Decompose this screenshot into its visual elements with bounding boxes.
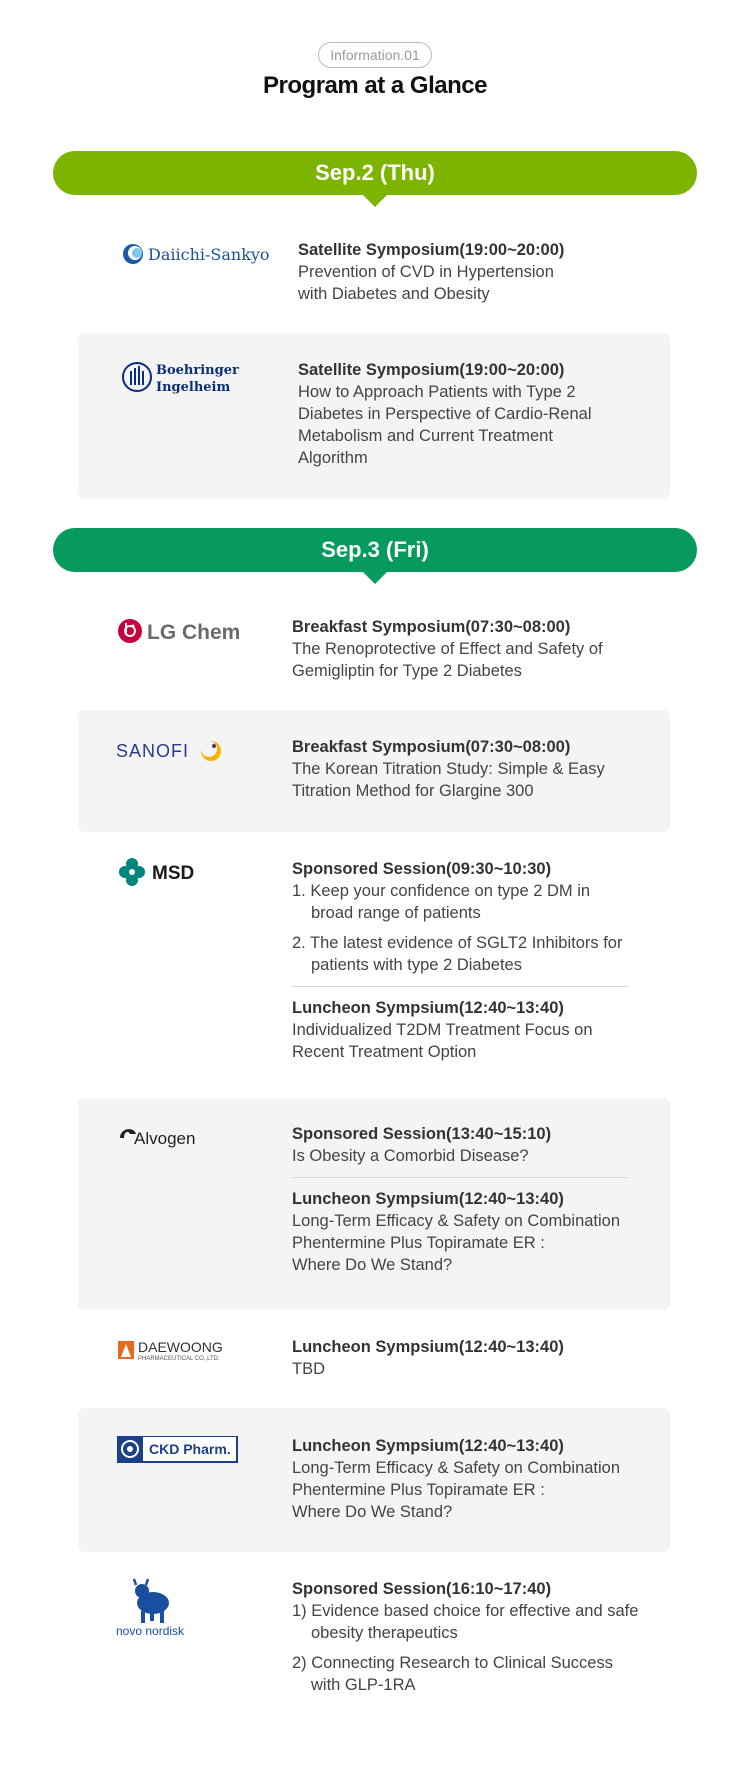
session-heading: Luncheon Sympsium(12:40~13:40) [292,1437,564,1455]
session-text: Breakfast Symposium(07:30~08:00) The Ren… [292,616,603,682]
session-line: Metabolism and Current Treatment [298,427,553,445]
session-line: How to Approach Patients with Type 2 [298,383,576,401]
session-heading: Sponsored Session(13:40~15:10) [292,1125,552,1143]
session-heading: Satellite Symposium(19:00~20:00) [298,241,565,259]
session-line: Diabetes in Perspective of Cardio-Renal [298,405,592,423]
session-text: Breakfast Symposium(07:30~08:00) The Kor… [292,736,605,802]
sanofi-logo: SANOFI [116,738,226,769]
svg-text:Daiichi-Sankyo: Daiichi-Sankyo [148,245,270,264]
session-heading: Luncheon Sympsium(12:40~13:40) [292,999,564,1017]
session-item: 2) Connecting Research to Clinical Succe… [292,1654,613,1694]
session-text: Luncheon Sympsium(12:40~13:40) TBD [292,1336,564,1380]
session-line: Recent Treatment Option [292,1043,477,1061]
svg-text:LG Chem: LG Chem [147,621,240,644]
svg-text:DAEWOONG: DAEWOONG [138,1339,223,1355]
session-line: Individualized T2DM Treatment Focus on [292,1021,593,1039]
msd-logo: MSD [118,857,208,892]
session-heading: Breakfast Symposium(07:30~08:00) [292,618,571,636]
session-heading: Luncheon Sympsium(12:40~13:40) [292,1338,564,1356]
session-line: The Korean Titration Study: Simple & Eas… [292,760,605,778]
svg-text:CKD Pharm.: CKD Pharm. [149,1441,231,1457]
session-text: Satellite Symposium(19:00~20:00) How to … [298,359,591,469]
session-line: Prevention of CVD in Hypertension [298,263,554,281]
session-item: 1) Evidence based choice for effective a… [292,1602,639,1642]
session-text: Sponsored Session(09:30~10:30) 1. Keep y… [292,858,632,1063]
session-text: Sponsored Session(16:10~17:40) 1) Eviden… [292,1578,642,1696]
session-heading: Breakfast Symposium(07:30~08:00) [292,738,571,756]
day-banner-sep2: Sep.2 (Thu) [53,151,697,207]
session-heading: Satellite Symposium(19:00~20:00) [298,361,565,379]
session-line: Phentermine Plus Topiramate ER : [292,1234,545,1252]
session-line: Algorithm [298,449,368,467]
session-heading: Sponsored Session(09:30~10:30) [292,860,552,878]
divider [292,986,628,987]
session-line: Phentermine Plus Topiramate ER : [292,1481,545,1499]
alvogen-logo: Alvogen [118,1122,228,1155]
session-line: The Renoprotective of Effect and Safety … [292,640,603,658]
session-text: Luncheon Sympsium(12:40~13:40) Long-Term… [292,1435,620,1523]
svg-text:MSD: MSD [152,863,194,884]
daewoong-logo: DAEWOONG PHARMACEUTICAL CO.,LTD. [118,1339,238,1368]
session-alvogen-panel: Alvogen Sponsored Session(13:40~15:10) I… [78,1098,670,1310]
session-line: Where Do We Stand? [292,1503,453,1521]
day-banner-sep3: Sep.3 (Fri) [53,528,697,584]
lg-chem-logo: LG Chem [117,617,247,650]
svg-text:SANOFI: SANOFI [116,741,189,761]
section-tag: Information.01 [318,42,432,68]
session-text: Sponsored Session(13:40~15:10) Is Obesit… [292,1123,628,1276]
page-title: Program at a Glance [263,72,487,99]
novo-nordisk-logo: novo nordisk [116,1577,196,1644]
session-line: Long-Term Efficacy & Safety on Combinati… [292,1212,621,1230]
session-line: Long-Term Efficacy & Safety on Combinati… [292,1459,621,1477]
session-item: 2. The latest evidence of SGLT2 Inhibito… [292,934,623,974]
svg-text:PHARMACEUTICAL CO.,LTD.: PHARMACEUTICAL CO.,LTD. [138,1356,220,1362]
boehringer-ingelheim-logo: Boehringer Ingelheim [122,359,242,404]
session-line: Where Do We Stand? [292,1256,453,1274]
svg-text:Alvogen: Alvogen [134,1129,195,1148]
daiichi-sankyo-logo: Daiichi-Sankyo [122,240,272,273]
session-line: Is Obesity a Comorbid Disease? [292,1147,529,1165]
session-heading: Sponsored Session(16:10~17:40) [292,1580,552,1598]
session-text: Satellite Symposium(19:00~20:00) Prevent… [298,239,564,305]
session-boehringer-panel: Boehringer Ingelheim Satellite Symposium… [78,333,670,499]
session-line: Titration Method for Glargine 300 [292,782,534,800]
ckd-pharm-logo: CKD Pharm. [116,1435,239,1469]
session-ckd-panel: CKD Pharm. Luncheon Sympsium(12:40~13:40… [78,1408,670,1552]
session-line: with Diabetes and Obesity [298,285,490,303]
svg-text:novo nordisk: novo nordisk [116,1624,185,1638]
session-heading: Luncheon Sympsium(12:40~13:40) [292,1190,564,1208]
session-sanofi-panel: SANOFI Breakfast Symposium(07:30~08:00) … [78,710,670,832]
divider [292,1177,628,1178]
session-line: Gemigliptin for Type 2 Diabetes [292,662,522,680]
session-line: TBD [292,1360,325,1378]
svg-text:Boehringer: Boehringer [156,363,239,378]
svg-text:Ingelheim: Ingelheim [156,380,230,395]
session-item: 1. Keep your confidence on type 2 DM in … [292,882,591,922]
